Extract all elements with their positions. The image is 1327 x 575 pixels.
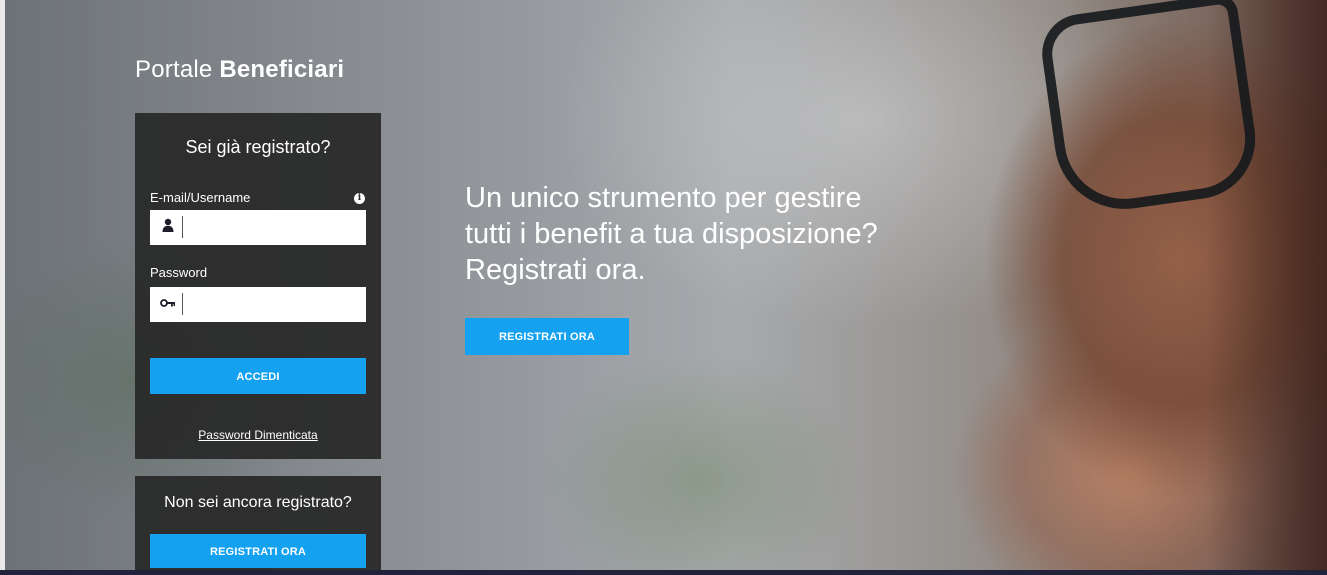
page: Portale Beneficiari Sei già registrato? …	[0, 0, 1327, 575]
password-field-wrapper	[150, 287, 366, 322]
brand-light: Portale	[135, 56, 213, 83]
hero-headline: Un unico strumento per gestire tutti i b…	[465, 180, 1025, 288]
register-button-hero[interactable]: REGISTRATI ORA	[465, 318, 629, 355]
hero-line-1: Un unico strumento per gestire	[465, 182, 862, 214]
user-icon	[160, 218, 176, 236]
register-panel: Non sei ancora registrato? REGISTRATI OR…	[135, 476, 381, 575]
register-title: Non sei ancora registrato?	[164, 494, 352, 511]
glasses-decoration	[1037, 0, 1263, 218]
brand-logo: Portale Beneficiari	[135, 56, 344, 84]
key-icon	[160, 295, 176, 313]
hero-line-3: Registrati ora.	[465, 254, 646, 286]
username-field-wrapper	[150, 210, 366, 245]
login-panel: Sei già registrato? E-mail/Username i Pa…	[135, 113, 381, 459]
brand-bold: Beneficiari	[219, 56, 345, 83]
login-button[interactable]: ACCEDI	[150, 358, 366, 394]
bottom-bar	[0, 570, 1327, 575]
password-input[interactable]	[182, 293, 365, 315]
hero-line-2: tutti i benefit a tua disposizione?	[465, 218, 878, 250]
password-label: Password	[150, 265, 208, 280]
register-button-sidebar[interactable]: REGISTRATI ORA	[150, 534, 366, 568]
username-label: E-mail/Username	[150, 190, 251, 205]
left-edge	[0, 0, 5, 575]
forgot-password-link[interactable]: Password Dimenticata	[135, 428, 381, 442]
info-icon[interactable]: i	[354, 193, 365, 204]
login-title: Sei già registrato?	[185, 137, 331, 157]
username-input[interactable]	[182, 216, 365, 238]
